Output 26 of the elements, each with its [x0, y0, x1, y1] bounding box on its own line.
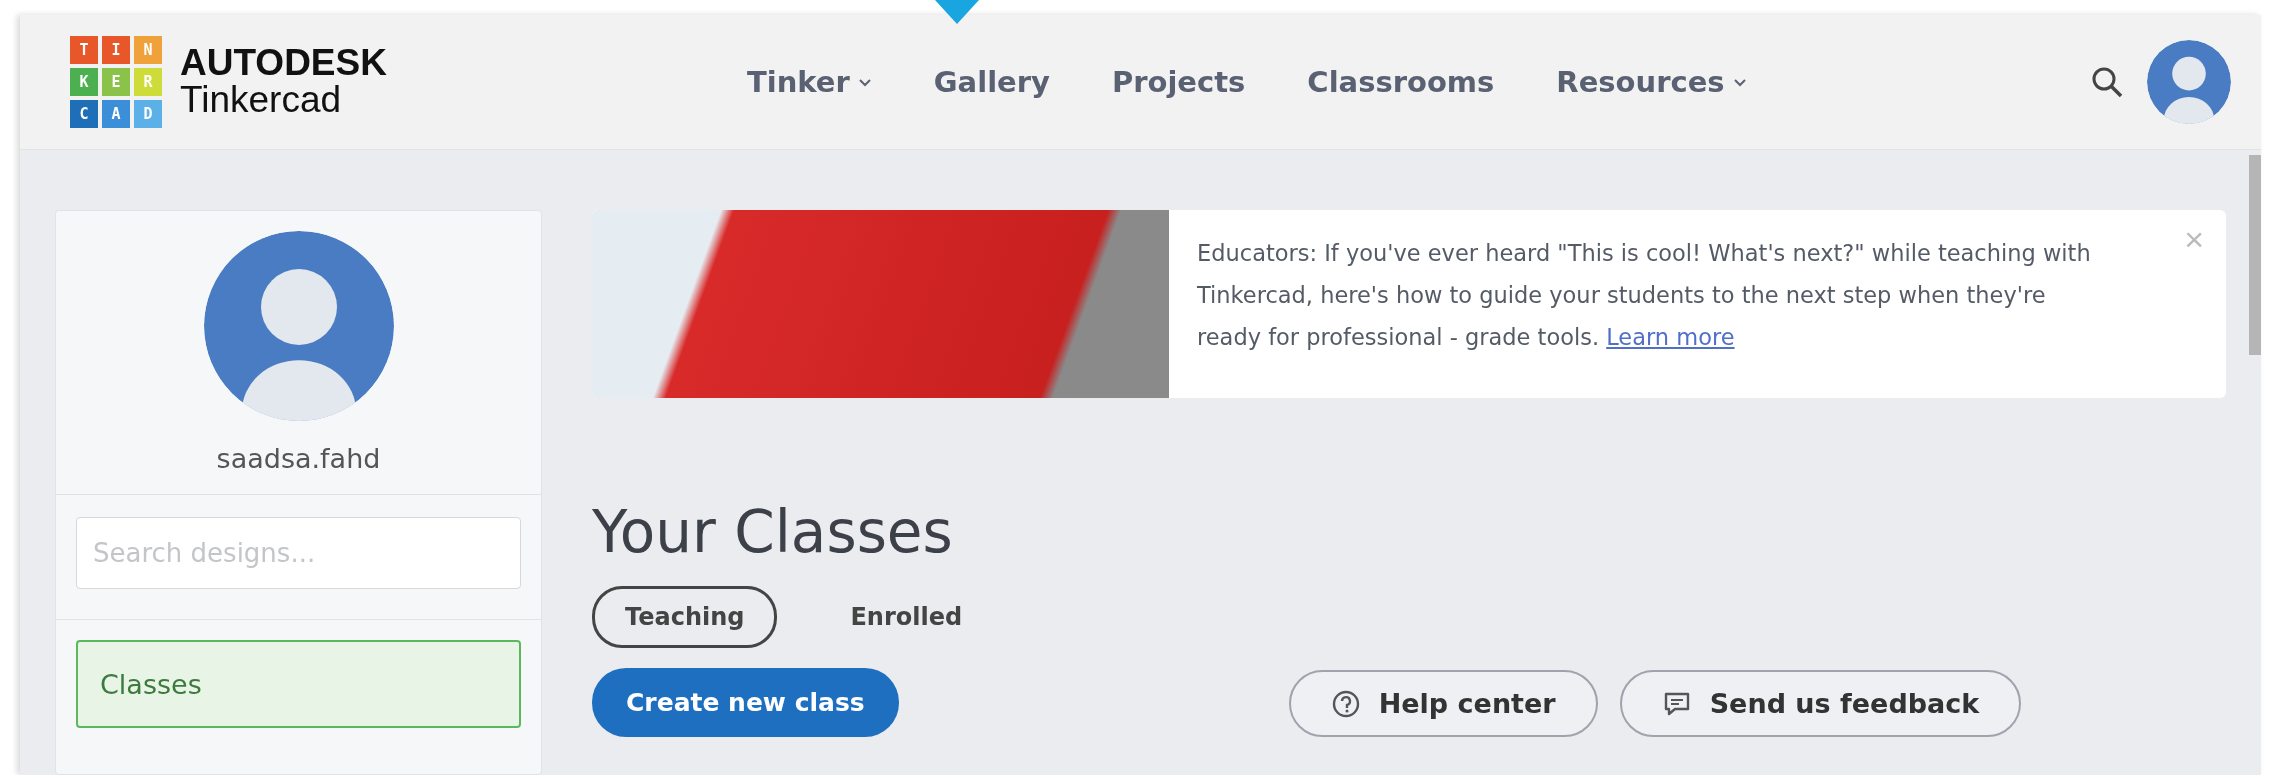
nav-link[interactable]: Classrooms — [1307, 65, 1495, 99]
search-field[interactable]: Search designs... — [76, 517, 521, 589]
avatar-icon[interactable] — [2147, 40, 2231, 124]
brand-name: AUTODESK — [180, 44, 387, 82]
nav-link[interactable]: Projects — [1111, 65, 1246, 99]
page-heading: Your Classes — [592, 498, 954, 566]
nav-link[interactable]: Resources — [1556, 65, 1747, 99]
tab[interactable]: Enrolled — [817, 586, 996, 648]
feedback-button[interactable]: Send us feedback — [1619, 670, 2022, 737]
create-class-button[interactable]: Create new class — [592, 668, 899, 737]
learn-more-link[interactable]: Learn more — [1606, 324, 1735, 350]
caret-icon — [1732, 77, 1747, 87]
caret-icon — [857, 77, 872, 87]
pointer-arrow — [935, 0, 979, 24]
help-icon — [1330, 688, 1361, 719]
sidebar-item[interactable]: Classes — [76, 640, 521, 728]
banner-text: Educators: If you've ever heard "This is cool! What's next?" while teaching with Tinkercad, here's how to guide your students to the next step when they're ready for professional - grade tools. Learn more — [1197, 239, 2092, 352]
avatar-icon — [203, 231, 394, 421]
scrollbar[interactable] — [2249, 155, 2261, 355]
username: saadsa.fahd — [216, 443, 381, 474]
help-center-button[interactable]: Help center — [1288, 670, 1598, 737]
product-name: Tinkercad — [180, 81, 343, 120]
logo-tiles: T I N K E R C A D — [70, 36, 162, 128]
tab[interactable]: Teaching — [592, 586, 778, 648]
nav-link[interactable]: Tinker — [746, 65, 872, 99]
nav-link[interactable]: Gallery — [933, 65, 1050, 99]
